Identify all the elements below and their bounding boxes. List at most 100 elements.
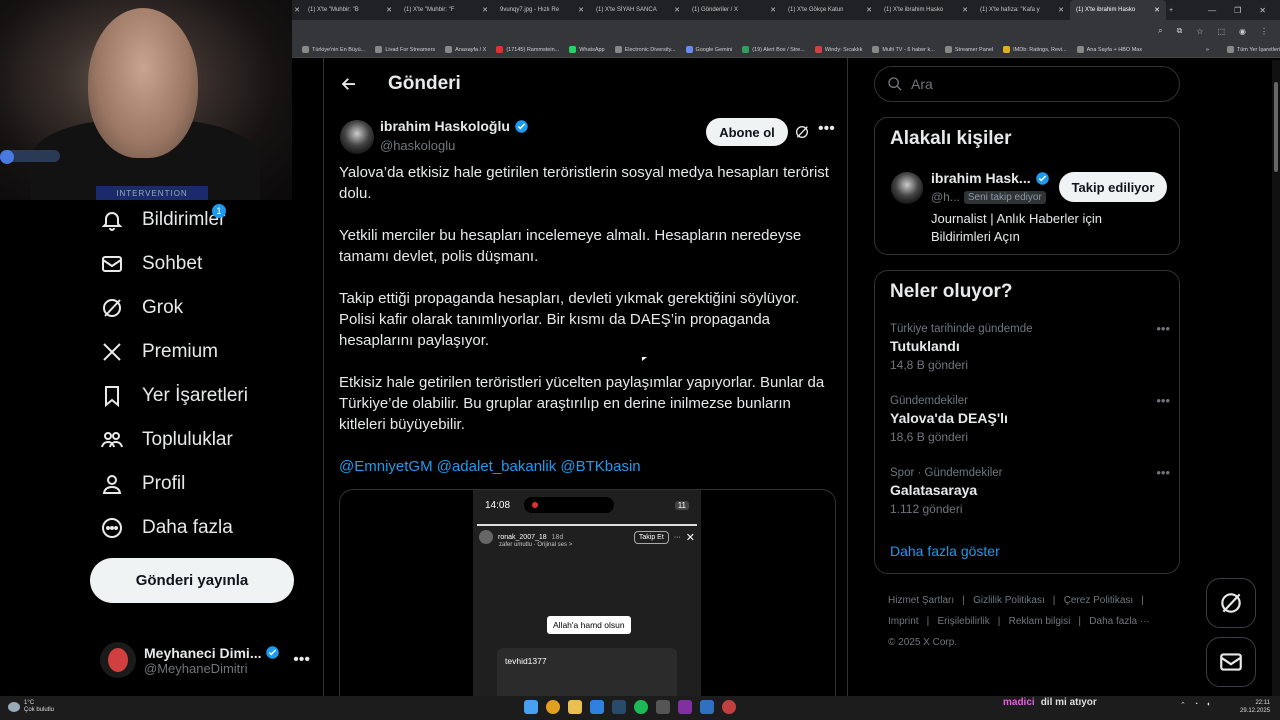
footer-link[interactable]: Gizlilik Politikası	[973, 595, 1045, 606]
bookmark-item[interactable]: Windy: Sıcaklık	[814, 46, 862, 53]
close-icon[interactable]: ✕	[1154, 6, 1160, 14]
app-icon[interactable]	[722, 700, 736, 714]
bookmark-item[interactable]: Electronic Diversity...	[614, 46, 676, 53]
scrollbar[interactable]	[1272, 60, 1280, 696]
following-button[interactable]: Takip ediliyor	[1059, 172, 1167, 202]
nav-more[interactable]: Daha fazla	[100, 508, 233, 548]
close-icon[interactable]: ✕	[578, 6, 584, 14]
clock[interactable]: 22:11 29.12.2025	[1240, 699, 1270, 715]
account-switcher[interactable]: Meyhaneci Dimi... @MeyhaneDimitri •••	[100, 638, 310, 682]
zoom-icon[interactable]: ⌕	[1158, 26, 1162, 36]
windows-start-icon[interactable]	[524, 700, 538, 714]
footer-link[interactable]: Hizmet Şartları	[888, 595, 954, 606]
tweet-mentions[interactable]: @EmniyetGM @adalet_bakanlik @BTKbasin	[339, 456, 837, 477]
nav-messages[interactable]: Sohbet	[100, 244, 202, 284]
bookmarks-overflow-icon[interactable]: »	[1206, 47, 1217, 53]
app-icon[interactable]	[678, 700, 692, 714]
menu-icon[interactable]: ⋮	[1260, 27, 1268, 36]
close-icon[interactable]: ✕	[386, 6, 392, 14]
post-button[interactable]: Gönderi yayınla	[90, 558, 294, 603]
more-dots-icon[interactable]: •••	[818, 120, 835, 138]
new-tab-icon[interactable]: +	[1166, 7, 1176, 14]
grok-floating-button[interactable]	[1206, 578, 1256, 628]
more-dots-icon[interactable]: •••	[1156, 393, 1170, 408]
close-icon[interactable]: ✕	[866, 6, 872, 14]
close-icon[interactable]: ✕	[770, 6, 776, 14]
browser-tab-active[interactable]: (1) X'te ibrahim Hasko ✕	[1070, 0, 1166, 20]
app-icon[interactable]	[590, 700, 604, 714]
browser-tab[interactable]: (1) Gönderiler / X ✕	[686, 0, 782, 20]
minimize-icon[interactable]: —	[1208, 6, 1216, 15]
footer-link[interactable]: Daha fazla ···	[1089, 616, 1150, 627]
bookmark-item[interactable]: Livad For Streamers	[375, 46, 435, 53]
bookmark-item[interactable]: WhatsApp	[569, 46, 605, 53]
bookmark-item[interactable]: Streamer Panel	[944, 46, 993, 53]
search-input[interactable]	[911, 76, 1151, 92]
messages-floating-button[interactable]	[1206, 637, 1256, 687]
chevron-up-icon[interactable]: ⌃	[1180, 701, 1186, 709]
cast-icon[interactable]: ⧉	[1177, 26, 1183, 36]
folder-icon[interactable]	[568, 700, 582, 714]
scrollbar-thumb[interactable]	[1274, 82, 1278, 172]
avatar[interactable]	[891, 172, 923, 204]
nav-bookmarks[interactable]: Yer İşaretleri	[100, 376, 248, 416]
trend-item[interactable]: Türkiye tarihinde gündemde Tutuklandı 14…	[890, 321, 1170, 372]
more-dots-icon[interactable]: •••	[1156, 321, 1170, 336]
bookmark-item[interactable]: IMDb: Ratings, Revi...	[1003, 46, 1067, 53]
maximize-icon[interactable]: ❐	[1234, 6, 1241, 15]
footer-link[interactable]: Imprint	[888, 616, 919, 627]
profile-icon[interactable]: ◉	[1239, 27, 1246, 36]
bookmark-item[interactable]: Türkiye'nin En Büyü...	[302, 46, 365, 53]
bookmark-item[interactable]: Google Gemini	[685, 46, 732, 53]
tweet-media[interactable]: 14:08 11 ronak_2007_18 18d Takip Et ··· …	[339, 489, 836, 696]
bookmark-item[interactable]: Ana Sayfa + HBO Max	[1076, 46, 1142, 53]
browser-tab[interactable]: (1) X'te hafıza: "Kafa y ✕	[974, 0, 1070, 20]
tab-close-icon[interactable]: ✕	[292, 6, 302, 14]
footer-link[interactable]: Erişilebilirlik	[938, 616, 990, 627]
browser-tab[interactable]: (1) X'te "Muhbir: "B ✕	[302, 0, 398, 20]
browser-tab[interactable]: (1) X'te SİYAH SANCA ✕	[590, 0, 686, 20]
subscribe-button[interactable]: Abone ol	[706, 118, 788, 146]
extensions-icon[interactable]: ⬚	[1217, 27, 1225, 36]
browser-tab[interactable]: (1) X'te Gökçe Katun ✕	[782, 0, 878, 20]
nav-communities[interactable]: Topluluklar	[100, 420, 233, 460]
nav-profile[interactable]: Profil	[100, 464, 185, 504]
nav-notifications[interactable]: Bildirimler 1	[100, 200, 226, 240]
weather-widget[interactable]: 1°C Çok bulutlu	[8, 700, 54, 714]
back-arrow-icon[interactable]	[340, 75, 358, 93]
volume-icon[interactable]: ◖	[1206, 701, 1210, 709]
spotify-icon[interactable]	[634, 700, 648, 714]
footer-link[interactable]: Çerez Politikası	[1064, 595, 1133, 606]
wifi-icon[interactable]: ◔	[1194, 701, 1198, 709]
search-bar[interactable]	[874, 66, 1180, 102]
close-icon[interactable]: ✕	[962, 6, 968, 14]
close-window-icon[interactable]: ✕	[1259, 6, 1266, 15]
show-more-link[interactable]: Daha fazla göster	[890, 543, 1000, 559]
star-icon[interactable]: ☆	[1196, 27, 1203, 36]
more-dots-icon[interactable]: •••	[1156, 465, 1170, 480]
app-icon[interactable]	[700, 700, 714, 714]
author-avatar[interactable]	[340, 120, 374, 154]
browser-tab[interactable]: (1) X'te ibrahim Hasko ✕	[878, 0, 974, 20]
all-bookmarks[interactable]: Tüm Yer İşaretleri	[1226, 46, 1280, 53]
footer-link[interactable]: Reklam bilgisi	[1009, 616, 1071, 627]
close-icon[interactable]: ✕	[1058, 6, 1064, 14]
nav-grok[interactable]: Grok	[100, 288, 183, 328]
chrome-icon[interactable]	[546, 700, 560, 714]
browser-tab[interactable]: 9vunqy7.jpg - Hızlı Re ✕	[494, 0, 590, 20]
bookmark-item[interactable]: (17145) Rammstein...	[496, 46, 559, 53]
author-handle[interactable]: @haskologlu	[380, 138, 455, 153]
author-name-row[interactable]: ibrahim Haskoloğlu	[380, 118, 529, 134]
trend-item[interactable]: Gündemdekiler Yalova'da DEAŞ'lı 18,6 B g…	[890, 393, 1170, 444]
nav-premium[interactable]: Premium	[100, 332, 218, 372]
close-icon[interactable]: ✕	[674, 6, 680, 14]
bookmark-item[interactable]: Multi TV - 6 haber k...	[872, 46, 935, 53]
app-icon[interactable]	[656, 700, 670, 714]
grok-icon[interactable]	[794, 124, 810, 140]
more-dots-icon[interactable]: •••	[293, 651, 310, 669]
close-icon[interactable]: ✕	[482, 6, 488, 14]
related-name-row[interactable]: ibrahim Hask...	[931, 170, 1050, 186]
browser-tab[interactable]: (1) X'te "Muhbir: "F ✕	[398, 0, 494, 20]
steam-icon[interactable]	[612, 700, 626, 714]
trend-item[interactable]: Spor · Gündemdekiler Galatasaraya 1.112 …	[890, 465, 1170, 516]
